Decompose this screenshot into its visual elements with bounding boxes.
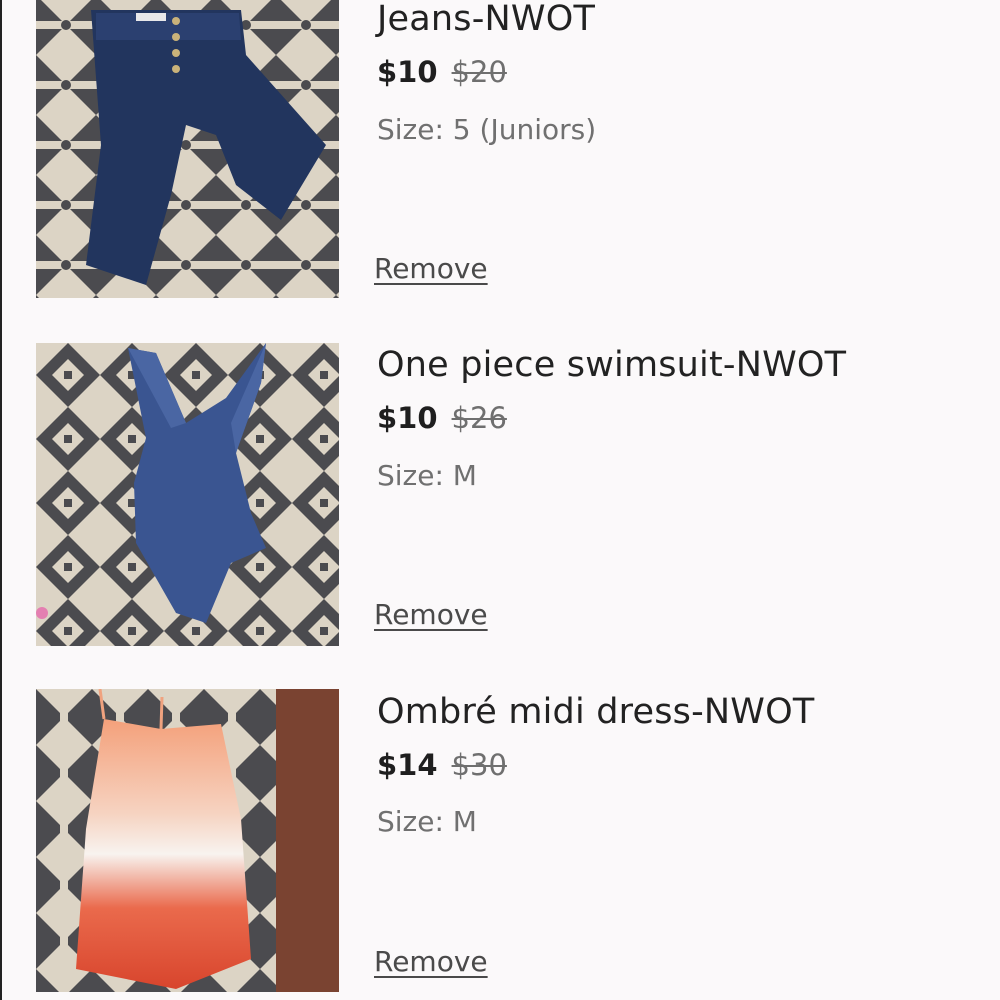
original-price: $26: [451, 401, 507, 435]
price-row: $10 $26: [377, 401, 507, 435]
product-thumbnail[interactable]: [36, 343, 339, 646]
product-thumbnail[interactable]: [36, 689, 339, 992]
swimsuit-photo: [36, 343, 339, 646]
original-price: $30: [451, 748, 507, 782]
item-size: Size: M: [377, 805, 477, 838]
price-row: $14 $30: [377, 748, 507, 782]
item-title: One piece swimsuit-NWOT: [377, 345, 847, 385]
item-title: Ombré midi dress-NWOT: [377, 692, 815, 732]
remove-button[interactable]: Remove: [374, 945, 488, 978]
cart-item: Ombré midi dress-NWOT $14 $30 Size: M Rem…: [0, 0, 1000, 992]
sale-price: $14: [377, 748, 438, 782]
sale-price: $10: [377, 401, 438, 435]
remove-button[interactable]: Remove: [374, 598, 488, 631]
item-size: Size: M: [377, 459, 477, 492]
dress-photo: [36, 689, 339, 992]
